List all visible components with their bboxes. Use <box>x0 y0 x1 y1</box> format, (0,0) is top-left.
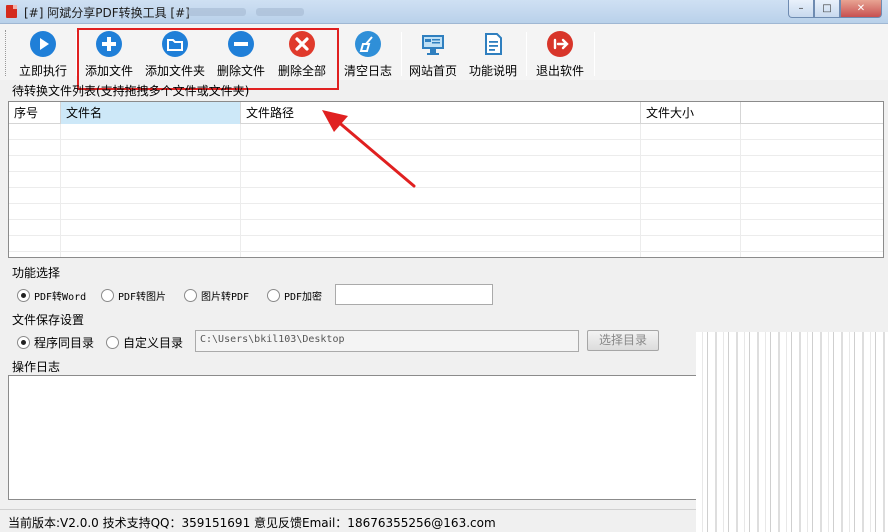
annotation-arrow-icon <box>322 110 416 188</box>
